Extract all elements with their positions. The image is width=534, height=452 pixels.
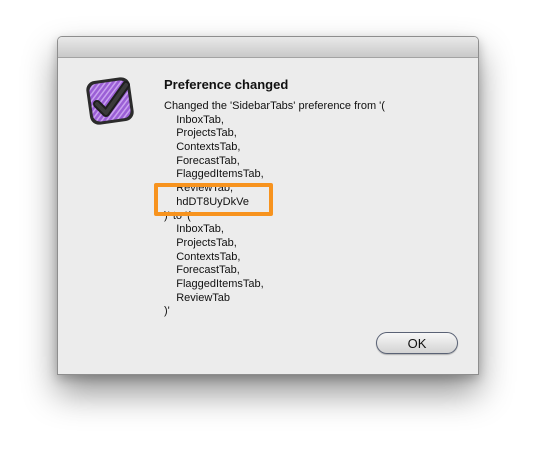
message-line: ReviewTab, — [164, 182, 234, 195]
message-line: ContextsTab, — [164, 141, 241, 154]
message-line: ProjectsTab, — [164, 127, 237, 140]
screen: Preference changed Changed the 'SidebarT… — [0, 0, 534, 452]
message-line: ProjectsTab, — [164, 236, 237, 249]
message-line: hdDT8UyDkVe — [164, 195, 249, 208]
message-line: FlaggedItemsTab, — [164, 168, 264, 181]
omnifocus-checkmark-icon — [82, 73, 138, 129]
message-line: )' to '( — [164, 209, 191, 222]
alert-title: Preference changed — [164, 77, 289, 92]
preference-alert-dialog: Preference changed Changed the 'SidebarT… — [57, 36, 479, 375]
message-line: )' — [164, 305, 170, 318]
message-line: InboxTab, — [164, 113, 224, 126]
message-line: FlaggedItemsTab, — [164, 277, 264, 290]
window-titlebar[interactable] — [58, 37, 478, 58]
message-line: ForecastTab, — [164, 154, 240, 167]
ok-button[interactable]: OK — [376, 332, 458, 354]
message-line: InboxTab, — [164, 223, 224, 236]
message-line: Changed the 'SidebarTabs' preference fro… — [164, 100, 385, 112]
message-line: ForecastTab, — [164, 264, 240, 277]
message-line: ReviewTab — [164, 291, 231, 304]
alert-message: Changed the 'SidebarTabs' preference fro… — [164, 100, 469, 319]
message-line: ContextsTab, — [164, 250, 241, 263]
